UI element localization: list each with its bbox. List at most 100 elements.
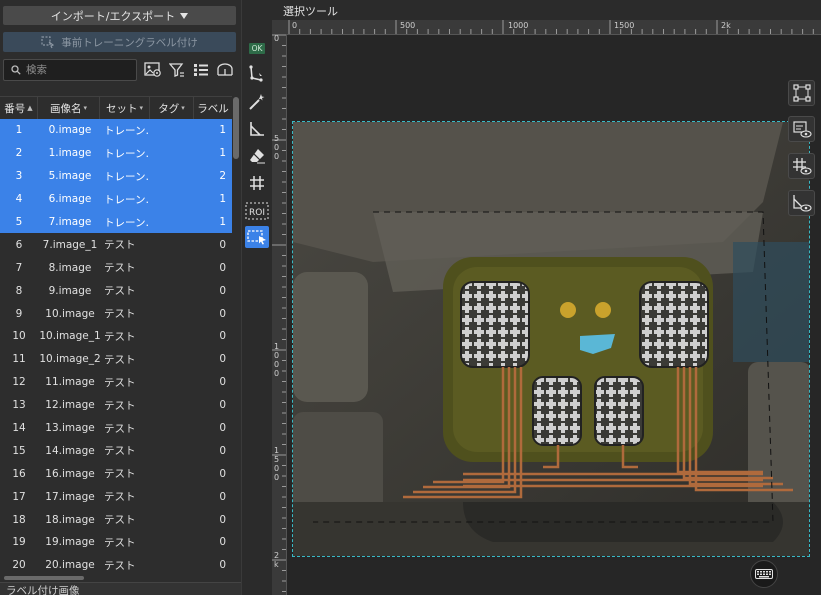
table-row[interactable]: 19 19.image テスト 0 (0, 531, 232, 554)
row-number: 13 (12, 399, 26, 412)
table-row[interactable]: 10 10.image_1 テスト 0 (0, 325, 232, 348)
image-bounds-frame[interactable] (292, 121, 810, 557)
table-row[interactable]: 7 8.image テスト 0 (0, 256, 232, 279)
table-row[interactable]: 16 16.image テスト 0 (0, 462, 232, 485)
table-row[interactable]: 4 6.image トレーン… 1 (0, 187, 232, 211)
search-box[interactable] (3, 59, 137, 81)
eraser-tool[interactable] (245, 145, 269, 167)
row-image-name: 10.image (45, 307, 95, 320)
image-settings-button[interactable] (143, 60, 163, 80)
row-label-count: 0 (219, 376, 226, 389)
row-image-name: 5.image (48, 170, 92, 183)
row-label-count: 0 (219, 261, 226, 274)
table-row[interactable]: 6 7.image_1 テスト 0 (0, 233, 232, 256)
ruler-view-toggle-button[interactable] (788, 190, 815, 216)
table-row[interactable]: 13 12.image テスト 0 (0, 394, 232, 417)
header-tag[interactable]: タグ ▾ (150, 97, 194, 119)
row-image-name: 6.image (48, 193, 92, 206)
row-image-name: 8.image (48, 261, 92, 274)
row-set: テスト (104, 262, 136, 275)
vertical-scrollbar-thumb[interactable] (233, 97, 239, 159)
table-row[interactable]: 12 11.image テスト 0 (0, 371, 232, 394)
row-label-count: 0 (219, 284, 226, 297)
row-set: テスト (104, 376, 136, 389)
sort-icon: ▾ (83, 104, 87, 112)
ruler-label: 2k (721, 21, 731, 30)
image-table-body: 10.imageトレーン…121.imageトレーン…1 3 5.image トレーン… (0, 119, 232, 575)
table-row[interactable]: 20 20.image テスト 0 (0, 554, 232, 575)
row-image-name: 7.image (48, 216, 92, 228)
list-view-button[interactable] (191, 60, 211, 80)
row-image-name: 0.image (48, 124, 92, 137)
row-number: 19 (12, 536, 26, 549)
layout-icon (217, 63, 233, 76)
grid-eye-icon (792, 158, 812, 175)
header-label[interactable]: ラベル (194, 97, 232, 119)
row-image-name: 1.image (48, 147, 92, 160)
ok-status: OK (245, 42, 269, 54)
eraser-icon (250, 149, 265, 164)
row-set: トレーン… (104, 216, 150, 229)
grid-view-toggle-button[interactable] (788, 153, 815, 179)
pretrain-labeling-button[interactable]: 事前トレーニングラベル付け (3, 32, 236, 52)
ruler-label: 5 (274, 455, 280, 464)
vertical-scrollbar[interactable] (233, 97, 239, 577)
ruler-label: 1 (274, 446, 280, 455)
canvas-title: 選択ツール (283, 5, 338, 18)
row-number: 18 (12, 513, 26, 526)
polygon-view-button[interactable] (788, 80, 815, 106)
table-row[interactable]: 14 13.image テスト 0 (0, 417, 232, 440)
inspection-image (293, 122, 809, 556)
ruler-label: 0 (274, 360, 280, 369)
table-row[interactable]: 3 5.image トレーン… 2 (0, 164, 232, 188)
row-set: テスト (104, 353, 136, 366)
roi-tool[interactable]: ROI (245, 200, 269, 222)
row-label-count: 0 (219, 536, 226, 549)
filter-icon (169, 63, 184, 77)
keyboard-shortcuts-button[interactable] (750, 560, 778, 588)
table-row[interactable]: 8 9.image テスト 0 (0, 279, 232, 302)
table-row[interactable]: 2 1.image トレーン… 1 (0, 141, 232, 165)
table-row[interactable]: 9 10.image テスト 0 (0, 302, 232, 325)
row-number: 16 (12, 467, 26, 480)
keyboard-icon (755, 569, 773, 579)
table-row[interactable]: 11 10.image_2 テスト 0 (0, 348, 232, 371)
header-number-label: 番号 (4, 102, 26, 115)
table-row[interactable]: 15 14.image テスト 0 (0, 439, 232, 462)
header-set[interactable]: セット ▾ (100, 97, 150, 119)
table-row[interactable]: 1 0.image トレーン… 1 (0, 119, 232, 142)
horizontal-ruler: 0 500 1000 1500 2k (287, 20, 821, 35)
row-number: 3 (15, 170, 23, 183)
horizontal-scrollbar-thumb[interactable] (4, 576, 84, 580)
split-view-button[interactable] (215, 60, 235, 80)
filter-button[interactable] (167, 60, 187, 80)
import-export-button[interactable]: インポート/エクスポート (3, 6, 236, 25)
row-number: 6 (15, 238, 23, 251)
search-input[interactable] (26, 64, 126, 76)
table-row[interactable]: 18 18.image テスト 0 (0, 508, 232, 531)
magic-wand-tool[interactable] (245, 91, 269, 113)
ruler-ticks (288, 20, 814, 34)
header-number[interactable]: 番号 ▲ (0, 97, 38, 119)
ruler-corner (272, 20, 287, 34)
row-set: テスト (104, 399, 136, 412)
image-view-toggle-button[interactable] (788, 116, 815, 142)
grid-tool[interactable] (245, 172, 269, 194)
row-label-count: 0 (219, 330, 226, 343)
row-label-count: 1 (219, 193, 226, 206)
ruler-label: 0 (274, 473, 280, 482)
table-row[interactable]: 5 7.image トレーン… 1 (0, 210, 232, 234)
row-number: 8 (15, 284, 23, 297)
row-number: 10 (12, 330, 26, 343)
polygon-lasso-icon (249, 65, 263, 82)
ruler-label: k (274, 560, 279, 569)
labeled-images-section-header[interactable]: ラベル付け画像 (0, 582, 241, 595)
row-image-name: 10.image_2 (39, 353, 101, 366)
table-row[interactable]: 17 17.image テスト 0 (0, 485, 232, 508)
select-box-tool[interactable] (245, 226, 269, 248)
row-number: 5 (15, 216, 23, 228)
sort-asc-icon: ▲ (27, 104, 33, 112)
angle-ruler-tool[interactable] (245, 118, 269, 140)
header-image-name[interactable]: 画像名 ▾ (38, 97, 100, 119)
polygon-lasso-tool[interactable] (245, 63, 269, 85)
